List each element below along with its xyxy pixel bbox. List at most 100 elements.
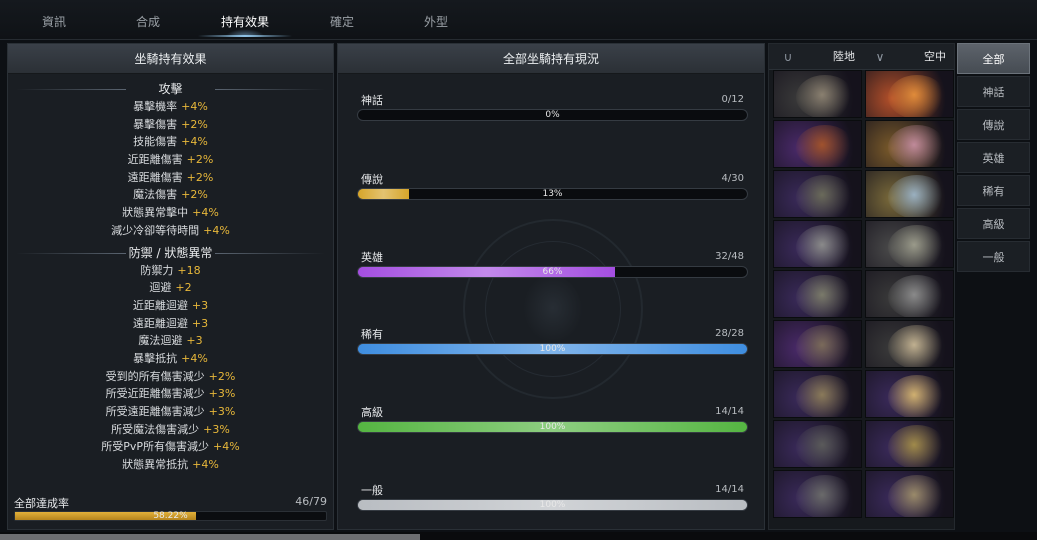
stat-row: 所受魔法傷害減少 +3%: [8, 421, 333, 439]
mount-creature-image: [796, 75, 854, 117]
stat-value: +4%: [203, 223, 230, 237]
mount-thumbnail[interactable]: [773, 320, 862, 368]
mount-creature-image: [796, 275, 854, 317]
stat-row: 魔法傷害 +2%: [8, 186, 333, 204]
horse-emblem-watermark: [463, 219, 643, 399]
stat-value: +4%: [192, 206, 219, 220]
top-tab-bar: 資訊 合成 持有效果 確定 外型: [0, 0, 1037, 40]
mount-thumbnail[interactable]: [865, 220, 954, 268]
stat-name: 所受PvP所有傷害減少: [101, 440, 210, 454]
stat-row: 所受近距離傷害減少 +3%: [8, 385, 333, 403]
stat-value: +3%: [203, 422, 230, 436]
attack-section-title: 攻擊: [8, 80, 333, 98]
stat-value: +4%: [181, 351, 208, 365]
tab-holding-effect[interactable]: 持有效果: [198, 0, 292, 40]
grade-filter-tab[interactable]: 高級: [957, 208, 1030, 239]
stat-row: 技能傷害 +4%: [8, 133, 333, 151]
grade-count: 14/14: [715, 406, 744, 417]
panel-title: 全部坐騎持有現況: [338, 44, 764, 74]
stat-row: 暴擊機率 +4%: [8, 98, 333, 116]
mount-creature-image: [888, 375, 946, 417]
tab-combine[interactable]: 合成: [104, 0, 192, 40]
mount-thumbnail[interactable]: [865, 470, 954, 518]
mount-creature-image: [888, 275, 946, 317]
stat-name: 防禦力: [140, 263, 174, 277]
mount-thumbnail[interactable]: [773, 470, 862, 518]
mount-thumbnail[interactable]: [773, 70, 862, 118]
stat-value: +18: [177, 263, 201, 277]
mount-thumbnail[interactable]: [865, 170, 954, 218]
stat-row: 減少冷卻等待時間 +4%: [8, 222, 333, 240]
stat-name: 暴擊機率: [133, 100, 178, 113]
attack-stat-list: 暴擊機率 +4% 暴擊傷害 +2% 技能傷害 +4% 近距離傷害 +2% 遠距離傷害 +2% 魔法傷…: [8, 98, 333, 240]
stat-value: +4%: [181, 135, 208, 149]
mount-thumbnail[interactable]: [865, 320, 954, 368]
mount-grid-header: ∪ 陸地 ∨ 空中: [769, 44, 954, 70]
grade-count: 28/28: [715, 328, 744, 339]
stat-value: +2%: [186, 153, 214, 167]
mount-thumbnail[interactable]: [773, 420, 862, 468]
stat-name: 暴擊抵抗: [133, 351, 178, 365]
grade-name: 高級: [361, 406, 383, 419]
tab-appearance[interactable]: 外型: [392, 0, 480, 40]
stat-name: 狀態異常擊中: [122, 206, 189, 220]
mount-creature-image: [888, 75, 946, 117]
stat-row: 所受PvP所有傷害減少 +4%: [8, 438, 333, 456]
stat-value: +2%: [208, 369, 236, 383]
grade-name: 一般: [361, 484, 383, 497]
grade-name: 英雄: [361, 251, 383, 264]
panel-title: 坐騎持有效果: [8, 44, 333, 74]
stat-name: 技能傷害: [133, 135, 178, 149]
grade-filter-tab[interactable]: 傳說: [957, 109, 1030, 140]
mount-thumbnail[interactable]: [865, 120, 954, 168]
grade-progress-percent: 0%: [545, 110, 560, 120]
tab-confirm[interactable]: 確定: [298, 0, 386, 40]
stat-value: +3: [191, 316, 209, 330]
wings-icon: ∨: [875, 50, 885, 64]
tab-info[interactable]: 資訊: [10, 0, 98, 40]
mount-thumbnail[interactable]: [773, 270, 862, 318]
grade-filter-tab[interactable]: 全部: [957, 43, 1030, 74]
grade-filter-tab[interactable]: 神話: [957, 76, 1030, 107]
mount-holding-effect-panel: 坐騎持有效果 攻擊 暴擊機率 +4% 暴擊傷害 +2% 技能傷害 +4% 近距離傷害 +2% 遠…: [7, 43, 334, 530]
stat-row: 暴擊抵抗 +4%: [8, 350, 333, 368]
grade-progress-bar: 66%: [357, 266, 748, 278]
stat-row: 遠距離傷害 +2%: [8, 169, 333, 187]
stat-row: 魔法迴避 +3: [8, 332, 333, 350]
grade-progress-bar: 100%: [357, 421, 748, 433]
mount-thumbnail[interactable]: [865, 70, 954, 118]
mount-collection-status-panel: 全部坐騎持有現況 神話 0/12 0% 傳說 4/30 13% 英雄 32/48 66% 稀有 28…: [337, 43, 765, 530]
mount-thumbnail[interactable]: [773, 170, 862, 218]
grade-progress-percent: 100%: [539, 500, 566, 510]
mount-creature-image: [796, 425, 854, 467]
mount-creature-image: [796, 225, 854, 267]
mount-creature-image: [888, 225, 946, 267]
stat-name: 減少冷卻等待時間: [111, 223, 200, 237]
grade-name: 稀有: [361, 328, 383, 341]
stat-name: 所受遠距離傷害減少: [105, 405, 205, 418]
grade-filter-tab[interactable]: 英雄: [957, 142, 1030, 173]
stat-value: +3%: [208, 405, 236, 418]
stat-value: +4%: [181, 100, 208, 113]
mount-thumbnail[interactable]: [773, 370, 862, 418]
grade-progress-percent: 100%: [539, 422, 566, 432]
mount-thumbnail[interactable]: [865, 370, 954, 418]
stat-value: +3: [186, 334, 203, 348]
mount-thumbnail[interactable]: [865, 270, 954, 318]
stat-name: 所受魔法傷害減少: [111, 422, 200, 436]
defense-section-title: 防禦 / 狀態異常: [8, 244, 333, 262]
mount-creature-image: [796, 125, 854, 167]
stat-row: 受到的所有傷害減少 +2%: [8, 368, 333, 386]
mount-thumbnail[interactable]: [865, 420, 954, 468]
mount-thumbnail[interactable]: [773, 220, 862, 268]
mount-thumbnail[interactable]: [773, 120, 862, 168]
air-column-label: 空中: [924, 50, 946, 63]
stat-row: 暴擊傷害 +2%: [8, 116, 333, 134]
stat-value: +2%: [181, 117, 208, 131]
mount-creature-image: [888, 125, 946, 167]
grade-filter-tab[interactable]: 一般: [957, 241, 1030, 272]
stat-row: 近距離傷害 +2%: [8, 151, 333, 169]
stat-name: 狀態異常抵抗: [122, 458, 189, 472]
grade-filter-tab[interactable]: 稀有: [957, 175, 1030, 206]
mount-creature-image: [796, 325, 854, 367]
